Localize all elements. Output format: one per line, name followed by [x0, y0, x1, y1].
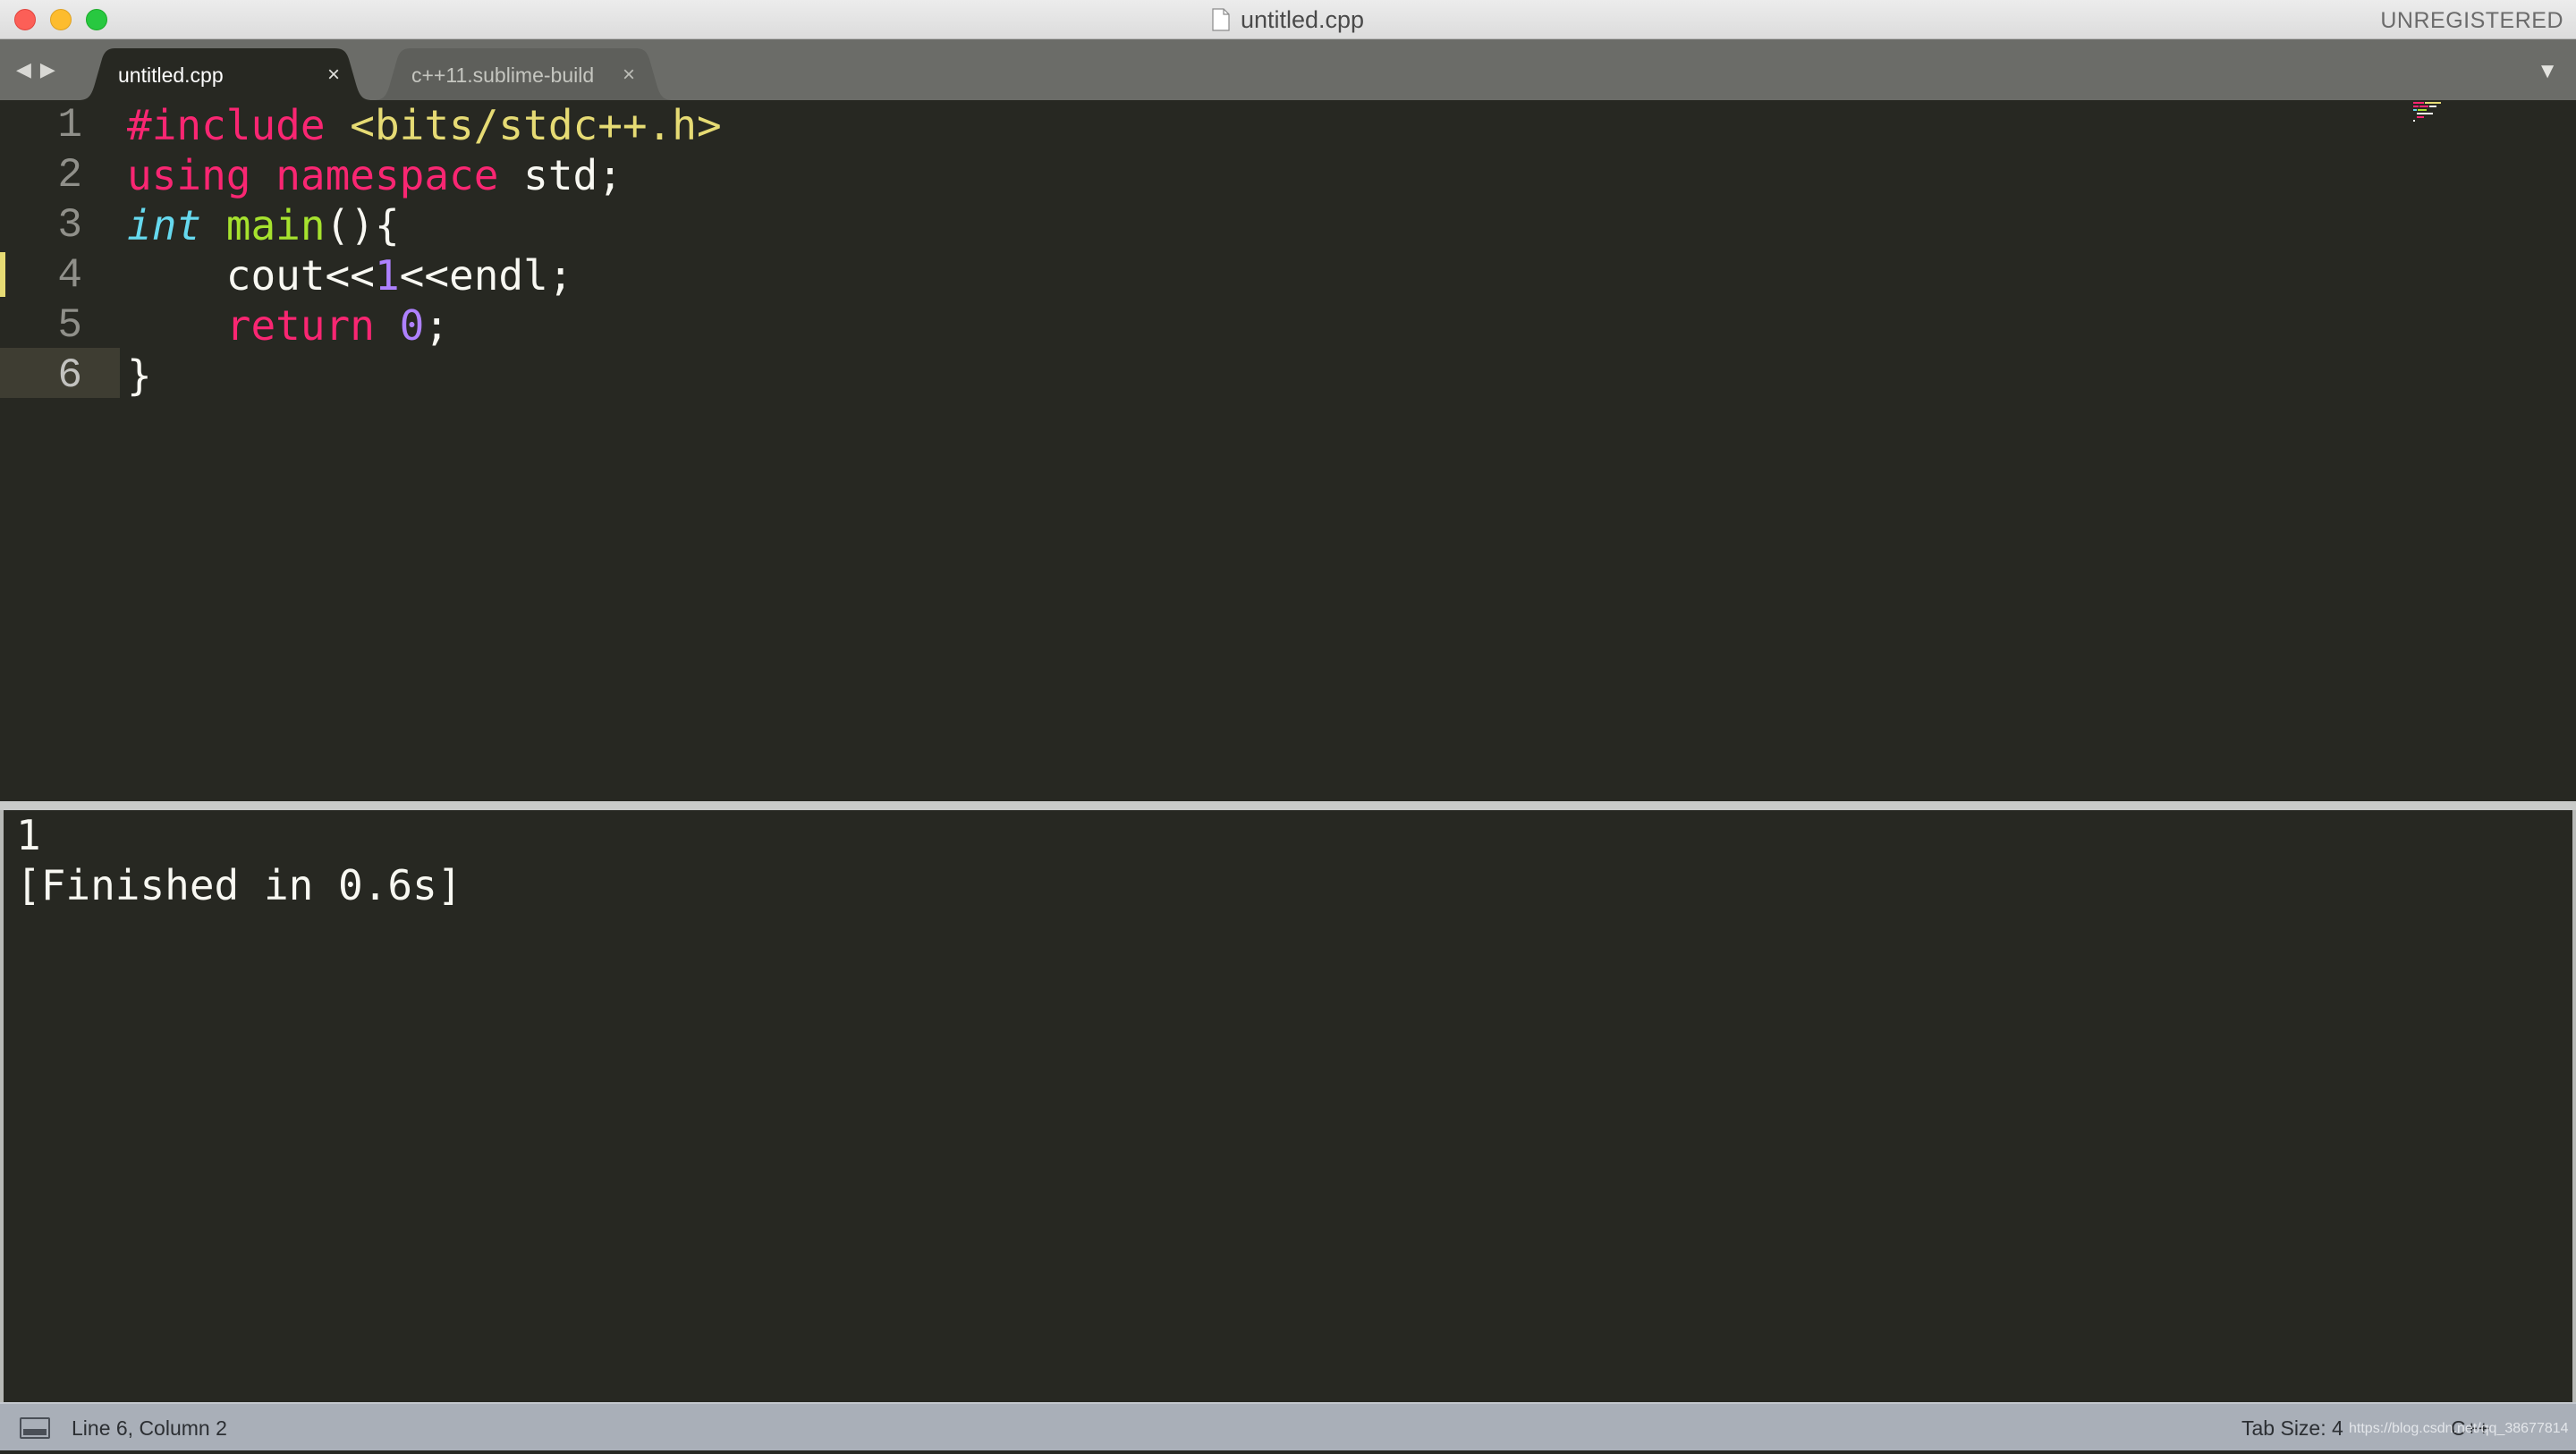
tab-c++11-sublime-build[interactable]: c++11.sublime-build × [374, 48, 673, 100]
line-number-gutter: 123456 [0, 100, 120, 801]
tab-label: untitled.cpp [118, 63, 224, 87]
unregistered-label: UNREGISTERED [2380, 8, 2563, 33]
code-token: using [127, 151, 251, 199]
status-bar: Line 6, Column 2 Tab Size: 4 C++ https:/… [0, 1402, 2576, 1450]
code-token: 0 [399, 301, 425, 350]
line-number: 3 [57, 202, 82, 249]
code-line: return 0; [127, 300, 449, 351]
code-token: (){ [325, 201, 400, 249]
output-line: [Finished in 0.6s] [16, 861, 462, 909]
tab-bar: ◀ ▶ c++11.sublime-build × untitled.cpp ×… [0, 39, 2576, 100]
code-token: 1 [374, 251, 400, 300]
output-line: 1 [16, 811, 41, 859]
title-bar: untitled.cpp UNREGISTERED [0, 0, 2576, 39]
nav-forward-icon[interactable]: ▶ [40, 55, 55, 84]
code-line: cout<<1<<endl; [127, 250, 573, 300]
nav-back-icon[interactable]: ◀ [16, 55, 31, 84]
panel-splitter[interactable] [0, 801, 2576, 810]
window-title-group: untitled.cpp [0, 0, 2576, 39]
line-number: 6 [57, 352, 82, 399]
tab-label: c++11.sublime-build [411, 63, 595, 87]
minimap[interactable] [2411, 100, 2458, 123]
window-close-button[interactable] [14, 9, 36, 30]
code-token: <bits/stdc++.h> [350, 101, 722, 149]
code-token: #include [127, 101, 326, 149]
watermark-url: https://blog.csdn.net/qq_38677814 [2349, 1421, 2569, 1436]
tab-untitled-cpp[interactable]: untitled.cpp × [79, 48, 372, 100]
tab-close-icon[interactable]: × [327, 48, 340, 100]
code-token: main [225, 201, 326, 249]
code-token: namespace [275, 151, 499, 199]
code-token: <<endl; [399, 251, 573, 300]
line-number: 2 [57, 152, 82, 199]
code-line: #include <bits/stdc++.h> [127, 100, 722, 150]
line-number: 4 [57, 252, 82, 299]
window-minimize-button[interactable] [50, 9, 72, 30]
code-token: cout<< [127, 251, 375, 300]
code-token: ; [424, 301, 450, 350]
code-token: } [127, 351, 152, 400]
tab-navigation: ◀ ▶ [16, 55, 55, 84]
code-token: std; [498, 151, 623, 199]
document-icon [1212, 8, 1230, 31]
tabs-dropdown-icon[interactable]: ▼ [2537, 59, 2558, 84]
code-line: using namespace std; [127, 150, 623, 200]
window-zoom-button[interactable] [86, 9, 107, 30]
code-token: int [127, 201, 202, 249]
code-editor[interactable]: 123456 #include <bits/stdc++.h> using nam… [0, 100, 2576, 801]
window-title: untitled.cpp [1240, 5, 1365, 33]
code-line: } [127, 351, 152, 401]
code-token: return [225, 301, 375, 350]
panel-toggle-icon[interactable] [20, 1417, 50, 1439]
line-number: 5 [57, 302, 82, 349]
code-line: int main(){ [127, 200, 400, 250]
line-number: 1 [57, 102, 82, 148]
tab-size-selector[interactable]: Tab Size: 4 [2241, 1404, 2343, 1450]
build-output-panel: 1 [Finished in 0.6s] [0, 810, 2576, 1402]
cursor-position: Line 6, Column 2 [72, 1416, 227, 1440]
tab-close-icon[interactable]: × [623, 48, 635, 100]
